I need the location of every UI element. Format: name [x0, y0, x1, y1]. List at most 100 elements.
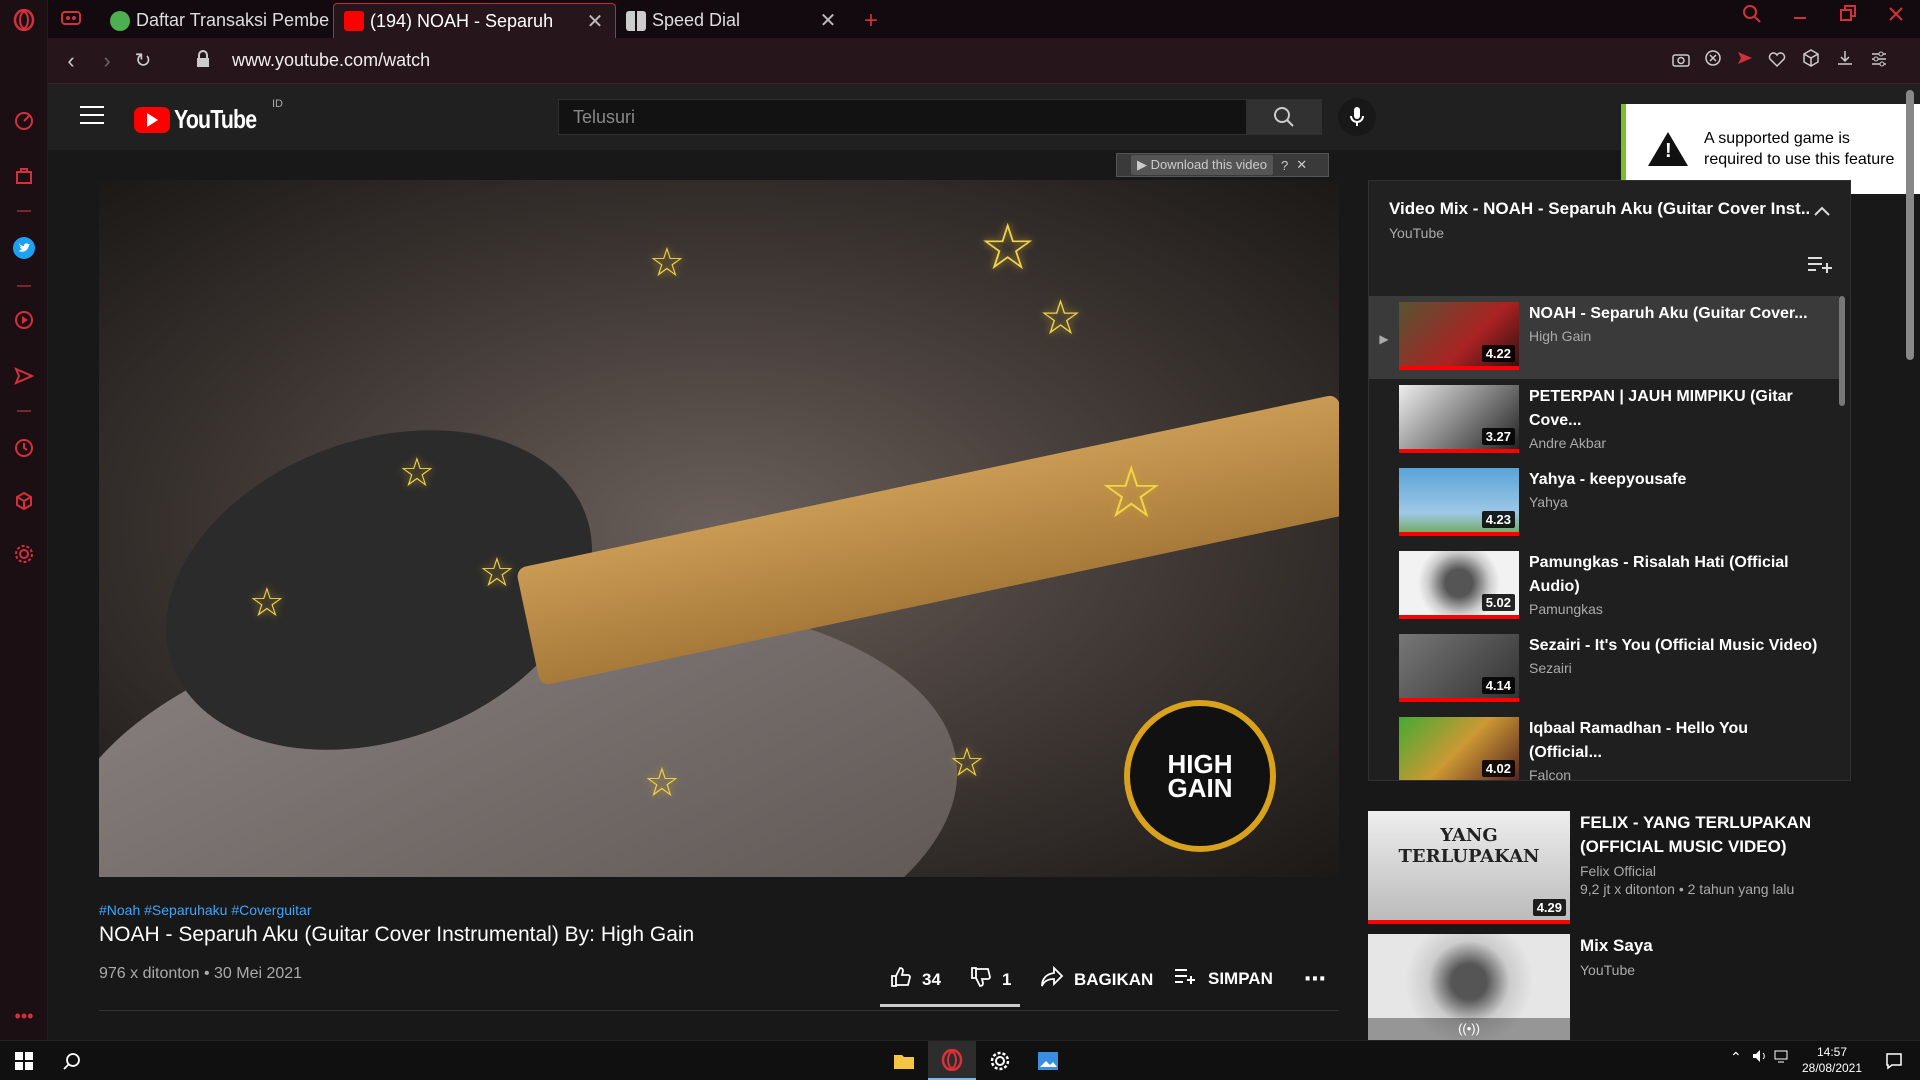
minimize-icon[interactable] — [1782, 4, 1818, 34]
shopping-bag-icon[interactable] — [12, 163, 36, 187]
url-field[interactable]: www.youtube.com/watch — [232, 50, 430, 71]
clock-time: 14:57 — [1816, 1045, 1848, 1059]
reload-icon[interactable]: ↻ — [130, 48, 156, 74]
dislike-button[interactable]: 1 — [970, 966, 1011, 994]
menu-hamburger-icon[interactable] — [80, 106, 104, 126]
video-thumbnail: 4.02 — [1399, 717, 1519, 780]
windows-taskbar: ⌃ 14:57 28/08/2021 — [0, 1040, 1920, 1080]
forward-icon[interactable]: › — [94, 48, 120, 74]
recommended-mix[interactable]: ((•)) Mix Saya YouTube — [1368, 934, 1858, 1040]
video-player[interactable]: ☆ ☆ ☆ ☆ ☆ ☆ ☆ ☆ ☆ HIGH GAIN — [99, 180, 1339, 877]
extensions-cube-icon[interactable] — [12, 489, 36, 513]
save-button[interactable]: SIMPAN — [1174, 966, 1273, 992]
easy-setup-icon[interactable] — [1866, 48, 1892, 74]
player-icon[interactable] — [12, 308, 36, 332]
system-clock[interactable]: 14:57 28/08/2021 — [1780, 1044, 1884, 1076]
tab-label: Daftar Transaksi Pembe — [136, 10, 330, 30]
new-tab-button[interactable]: + — [854, 3, 890, 38]
country-code: ID — [272, 98, 283, 110]
microphone-icon — [1350, 107, 1364, 126]
playlist-item[interactable]: ▶ 4.22 NOAH - Separuh Aku (Guitar Cover.… — [1369, 296, 1839, 379]
playlist-channel: YouTube — [1389, 225, 1445, 241]
tray-chevron-icon[interactable]: ⌃ — [1730, 1049, 1742, 1066]
tab-youtube[interactable]: (194) NOAH - Separuh ✕ — [333, 3, 616, 38]
adblock-icon[interactable] — [1700, 48, 1726, 74]
volume-icon[interactable] — [1752, 1049, 1768, 1066]
file-explorer-icon[interactable] — [880, 1041, 928, 1080]
item-index — [1369, 717, 1399, 747]
playlist-scrollbar[interactable] — [1839, 296, 1845, 406]
duration-badge: 4.23 — [1481, 511, 1515, 528]
video-hashtags[interactable]: #Noah #Separuhaku #Coverguitar — [99, 902, 311, 918]
more-actions-button[interactable]: ⋯ — [1304, 966, 1326, 992]
camera-icon[interactable] — [1668, 48, 1694, 74]
opera-browser-icon[interactable] — [928, 1041, 976, 1080]
youtube-logo[interactable]: YouTube ID — [134, 98, 283, 135]
playlist-title[interactable]: Video Mix - NOAH - Separuh Aku (Guitar C… — [1389, 199, 1809, 219]
photos-app-icon[interactable] — [1024, 1041, 1072, 1080]
close-window-icon[interactable] — [1878, 4, 1914, 34]
settings-gear-icon[interactable] — [12, 542, 36, 566]
restore-icon[interactable] — [1830, 4, 1866, 34]
send-flow-icon[interactable] — [1732, 48, 1758, 74]
download-video-button[interactable]: ▶ Download this video — [1131, 155, 1273, 175]
page-scrollbar[interactable] — [1906, 90, 1914, 360]
send-icon[interactable] — [12, 364, 36, 388]
screen: { "browser": { "tabs": [ {"label": "Daft… — [0, 0, 1920, 1080]
video-title: NOAH - Separuh Aku (Guitar Cover Instrum… — [99, 923, 695, 946]
item-channel: Yahya — [1529, 494, 1568, 510]
help-icon[interactable]: ? — [1281, 158, 1288, 173]
rec-channel: YouTube — [1580, 962, 1636, 978]
download-icon[interactable] — [1832, 48, 1858, 74]
tab-close-icon[interactable]: ✕ — [818, 8, 838, 33]
playlist-item[interactable]: 4.02 Iqbaal Ramadhan - Hello You (Offici… — [1369, 711, 1839, 780]
dislike-count: 1 — [1002, 970, 1012, 989]
heart-icon[interactable] — [1764, 48, 1790, 74]
playlist-items: ▶ 4.22 NOAH - Separuh Aku (Guitar Cover.… — [1369, 296, 1839, 780]
video-thumbnail: 4.14 — [1399, 634, 1519, 702]
download-label: Download this video — [1150, 157, 1267, 172]
more-dots-icon[interactable]: ••• — [12, 1004, 36, 1028]
recommended-video[interactable]: YANG TERLUPAKAN 4.29 FELIX - YANG TERLUP… — [1368, 811, 1858, 924]
close-icon[interactable]: ✕ — [1296, 157, 1307, 173]
duration-badge: 5.02 — [1481, 594, 1515, 611]
like-button[interactable]: 34 — [890, 966, 941, 994]
search-tabs-icon[interactable] — [1734, 4, 1770, 34]
search-button[interactable] — [1246, 99, 1322, 135]
tab-close-icon[interactable]: ✕ — [585, 9, 605, 34]
tab-label: Speed Dial — [652, 10, 741, 30]
item-index — [1369, 385, 1399, 415]
tab-menu-icon[interactable] — [60, 8, 84, 33]
rec-title: Mix Saya — [1580, 936, 1653, 955]
badge-text: HIGH GAIN — [1167, 749, 1233, 803]
logo-text: YouTube — [174, 104, 257, 134]
search-input[interactable]: Telusuri — [558, 99, 1273, 135]
playlist-item[interactable]: 5.02 Pamungkas - Risalah Hati (Official … — [1369, 545, 1839, 628]
lock-icon[interactable] — [190, 48, 216, 74]
star-icon: ☆ — [479, 551, 515, 595]
tab-speed-dial[interactable]: Speed Dial ✕ — [616, 3, 848, 38]
extension-cube-icon[interactable] — [1798, 48, 1824, 74]
notice-text: A supported game is required to use this… — [1704, 130, 1895, 168]
windows-start-icon[interactable] — [0, 1041, 48, 1080]
star-icon: ☆ — [649, 241, 685, 285]
speed-dial-icon[interactable] — [12, 108, 36, 132]
twitter-icon[interactable] — [12, 236, 36, 260]
share-button[interactable]: BAGIKAN — [1040, 965, 1153, 994]
sidebar-divider — [17, 210, 31, 212]
playlist-item[interactable]: 4.23 Yahya - keepyousafe Yahya — [1369, 462, 1839, 545]
add-to-queue-icon[interactable] — [1807, 255, 1833, 278]
search-icon[interactable] — [48, 1041, 96, 1080]
item-title: Yahya - keepyousafe — [1529, 471, 1687, 488]
history-clock-icon[interactable] — [12, 436, 36, 460]
collapse-chevron-icon[interactable] — [1813, 201, 1831, 222]
playlist-item[interactable]: 4.14 Sezairi - It's You (Official Music … — [1369, 628, 1839, 711]
notification-center-icon[interactable] — [1870, 1041, 1918, 1080]
item-channel: Sezairi — [1529, 660, 1572, 676]
thumbs-down-icon — [970, 966, 992, 994]
playlist-item[interactable]: 3.27 PETERPAN | JAUH MIMPIKU (Gitar Cove… — [1369, 379, 1839, 462]
opera-logo-icon[interactable] — [12, 8, 36, 32]
settings-gear-icon[interactable] — [976, 1041, 1024, 1080]
voice-search-button[interactable] — [1338, 98, 1376, 136]
back-icon[interactable]: ‹ — [58, 48, 84, 74]
